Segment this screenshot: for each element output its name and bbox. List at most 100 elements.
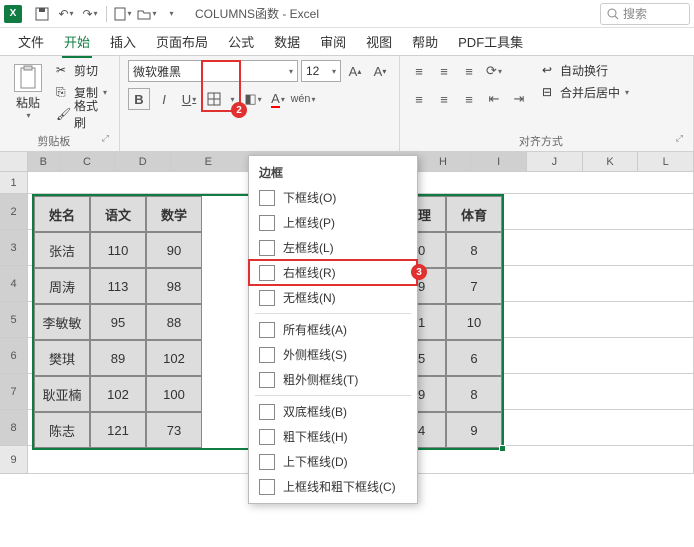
- tab-pdf[interactable]: PDF工具集: [448, 26, 533, 57]
- tab-formula[interactable]: 公式: [218, 26, 264, 57]
- align-middle-button[interactable]: ≡: [433, 60, 455, 82]
- table-cell[interactable]: 10: [446, 304, 502, 340]
- new-file-button[interactable]: ▾: [112, 3, 134, 25]
- border-menu-item[interactable]: 上框线(P): [249, 210, 417, 235]
- row-header-2[interactable]: 2: [0, 194, 28, 230]
- alignment-launcher[interactable]: ⤢: [674, 133, 685, 144]
- qat-customize[interactable]: ▾: [160, 3, 182, 25]
- col-header-d[interactable]: D: [115, 152, 171, 171]
- row-header-4[interactable]: 4: [0, 266, 28, 302]
- row-header-6[interactable]: 6: [0, 338, 28, 374]
- tab-page-layout[interactable]: 页面布局: [146, 26, 218, 57]
- italic-button[interactable]: I: [153, 88, 175, 110]
- border-menu-item[interactable]: 下框线(O): [249, 185, 417, 210]
- border-menu-item[interactable]: 粗下框线(H): [249, 424, 417, 449]
- clipboard-launcher[interactable]: ⤢: [100, 133, 111, 144]
- col-header-c[interactable]: C: [60, 152, 116, 171]
- table-cell[interactable]: 耿亚楠: [34, 376, 90, 412]
- search-input[interactable]: 搜索: [600, 3, 690, 25]
- border-menu-item[interactable]: 无框线(N): [249, 285, 417, 310]
- align-right-button[interactable]: ≡: [458, 88, 480, 110]
- underline-button[interactable]: U▾: [178, 88, 200, 110]
- table-cell[interactable]: 周涛: [34, 268, 90, 304]
- table-cell[interactable]: 110: [90, 232, 146, 268]
- open-file-button[interactable]: ▾: [136, 3, 158, 25]
- tab-help[interactable]: 帮助: [402, 26, 448, 57]
- row-header-7[interactable]: 7: [0, 374, 28, 410]
- row-header-5[interactable]: 5: [0, 302, 28, 338]
- col-header-b[interactable]: B: [28, 152, 60, 171]
- table-cell[interactable]: 73: [146, 412, 202, 448]
- th-pe[interactable]: 体育: [446, 196, 502, 232]
- col-header-i[interactable]: I: [471, 152, 527, 171]
- row-header-1[interactable]: 1: [0, 172, 28, 194]
- table-cell[interactable]: 98: [146, 268, 202, 304]
- align-top-button[interactable]: ≡: [408, 60, 430, 82]
- align-left-button[interactable]: ≡: [408, 88, 430, 110]
- table-cell[interactable]: 8: [446, 376, 502, 412]
- border-button[interactable]: [203, 88, 225, 110]
- row-header-3[interactable]: 3: [0, 230, 28, 266]
- border-menu-item[interactable]: 右框线(R)3: [249, 260, 417, 285]
- cut-button[interactable]: ✂剪切: [52, 60, 111, 80]
- table-cell[interactable]: 113: [90, 268, 146, 304]
- paste-button[interactable]: 粘贴 ▾: [8, 60, 48, 124]
- table-cell[interactable]: 95: [90, 304, 146, 340]
- save-button[interactable]: [31, 3, 53, 25]
- wrap-text-button[interactable]: ↩自动换行: [538, 60, 633, 80]
- col-header-e[interactable]: E: [171, 152, 247, 171]
- border-menu-item[interactable]: 外侧框线(S): [249, 342, 417, 367]
- table-cell[interactable]: 李敏敏: [34, 304, 90, 340]
- border-menu-item[interactable]: 粗外侧框线(T): [249, 367, 417, 392]
- align-bottom-button[interactable]: ≡: [458, 60, 480, 82]
- col-header-l[interactable]: L: [638, 152, 694, 171]
- phonetic-button[interactable]: wén▾: [292, 88, 314, 110]
- th-name[interactable]: 姓名: [34, 196, 90, 232]
- border-menu-item[interactable]: 上框线和粗下框线(C): [249, 474, 417, 499]
- merge-center-button[interactable]: ⊟合并后居中▾: [538, 82, 633, 102]
- th-math[interactable]: 数学: [146, 196, 202, 232]
- table-cell[interactable]: 89: [90, 340, 146, 376]
- table-cell[interactable]: 100: [146, 376, 202, 412]
- table-cell[interactable]: 樊琪: [34, 340, 90, 376]
- row-header-8[interactable]: 8: [0, 410, 28, 446]
- decrease-font-button[interactable]: A▾: [369, 60, 391, 82]
- border-menu-item[interactable]: 所有框线(A): [249, 317, 417, 342]
- tab-insert[interactable]: 插入: [100, 26, 146, 57]
- table-cell[interactable]: 张洁: [34, 232, 90, 268]
- font-name-select[interactable]: 微软雅黑▾: [128, 60, 298, 82]
- col-header-h[interactable]: H: [416, 152, 472, 171]
- tab-review[interactable]: 审阅: [310, 26, 356, 57]
- orientation-button[interactable]: ⟳▾: [483, 60, 505, 82]
- table-cell[interactable]: 7: [446, 268, 502, 304]
- table-cell[interactable]: 121: [90, 412, 146, 448]
- bold-button[interactable]: B: [128, 88, 150, 110]
- increase-indent-button[interactable]: ⇥: [508, 88, 530, 110]
- select-all-corner[interactable]: [0, 152, 28, 171]
- table-cell[interactable]: 102: [146, 340, 202, 376]
- font-size-select[interactable]: 12▾: [301, 60, 341, 82]
- selection-handle[interactable]: [499, 445, 506, 452]
- border-menu-item[interactable]: 左框线(L): [249, 235, 417, 260]
- border-menu-item[interactable]: 上下框线(D): [249, 449, 417, 474]
- undo-button[interactable]: ↶▾: [55, 3, 77, 25]
- col-header-j[interactable]: J: [527, 152, 583, 171]
- increase-font-button[interactable]: A▴: [344, 60, 366, 82]
- table-cell[interactable]: 6: [446, 340, 502, 376]
- tab-home[interactable]: 开始: [54, 26, 100, 57]
- table-cell[interactable]: 88: [146, 304, 202, 340]
- th-chinese[interactable]: 语文: [90, 196, 146, 232]
- redo-button[interactable]: ↷▾: [79, 3, 101, 25]
- font-color-button[interactable]: A▾: [267, 88, 289, 110]
- row-header-9[interactable]: 9: [0, 446, 28, 474]
- border-menu-item[interactable]: 双底框线(B): [249, 399, 417, 424]
- tab-data[interactable]: 数据: [264, 26, 310, 57]
- col-header-k[interactable]: K: [583, 152, 639, 171]
- table-cell[interactable]: 8: [446, 232, 502, 268]
- table-cell[interactable]: 90: [146, 232, 202, 268]
- tab-file[interactable]: 文件: [8, 26, 54, 57]
- table-cell[interactable]: 102: [90, 376, 146, 412]
- table-cell[interactable]: 陈志: [34, 412, 90, 448]
- decrease-indent-button[interactable]: ⇤: [483, 88, 505, 110]
- align-center-button[interactable]: ≡: [433, 88, 455, 110]
